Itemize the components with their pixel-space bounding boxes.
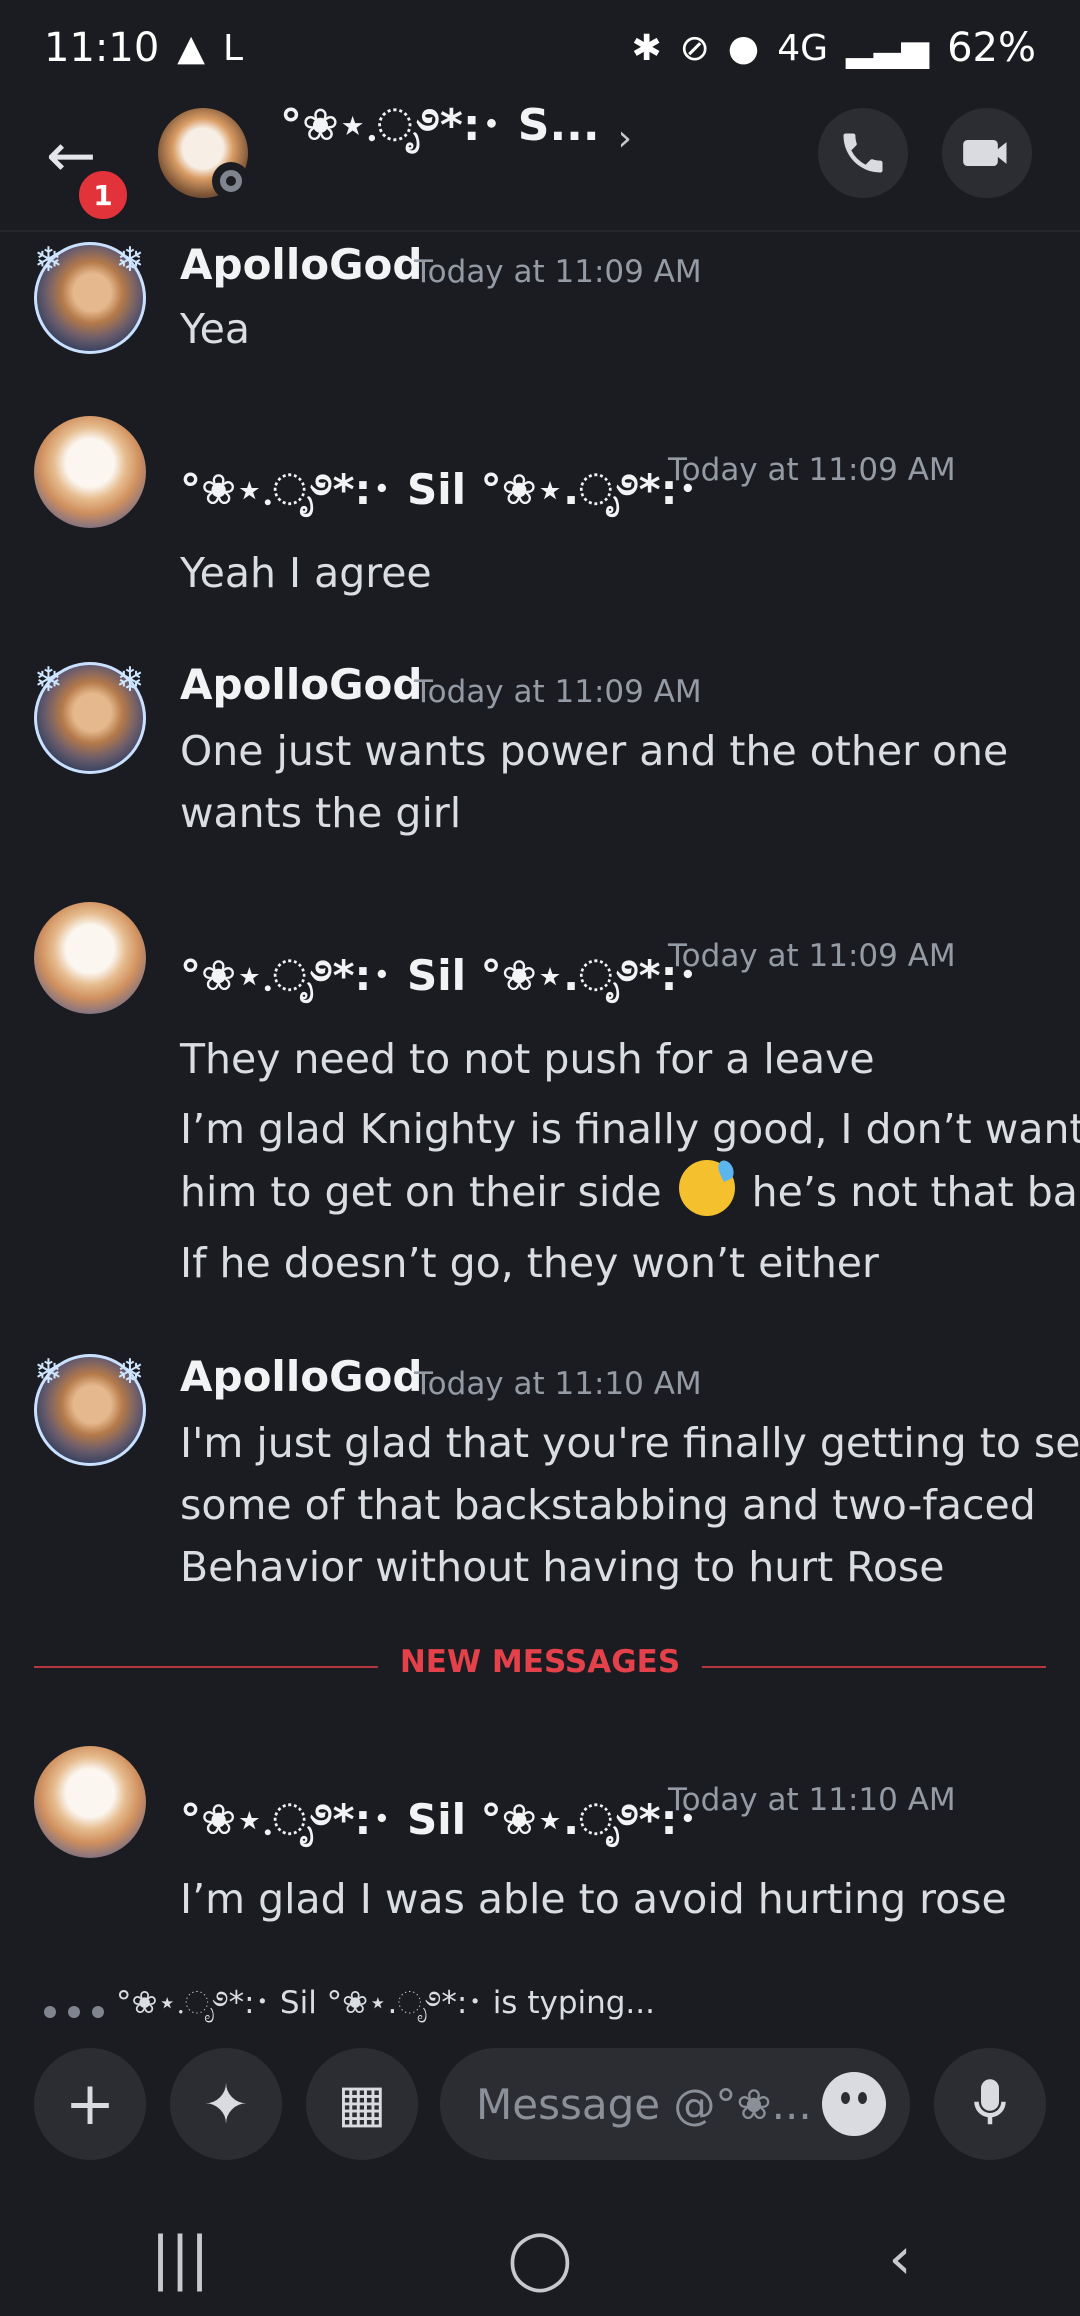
message-author[interactable]: ApolloGod xyxy=(180,1352,422,1401)
message-text: I'm just glad that you're finally gettin… xyxy=(180,1419,1080,1467)
voice-call-button[interactable] xyxy=(818,108,908,198)
avatar[interactable]: ❄ ❄ xyxy=(34,1352,146,1466)
message-time: Today at 11:09 AM xyxy=(414,254,702,290)
gift-icon: ▦ xyxy=(337,2074,387,2134)
message-text: I’m glad Knighty is finally good, I don’… xyxy=(180,1105,1080,1153)
system-navigation-bar: ||| ◯ ‹ xyxy=(0,2200,1080,2316)
avatar[interactable] xyxy=(34,416,146,528)
message-time: Today at 11:10 AM xyxy=(414,1366,702,1402)
message-text: One just wants power and the other one xyxy=(180,727,1009,775)
message-text: I’m glad I was able to avoid hurting ros… xyxy=(180,1875,1007,1923)
new-messages-divider: NEW MESSAGES xyxy=(34,1644,1046,1680)
back-icon[interactable]: ‹ xyxy=(845,2224,955,2292)
message-time: Today at 11:10 AM xyxy=(668,1782,956,1818)
video-camera-icon xyxy=(963,140,1007,166)
muted-vibrate-icon: ⊘ xyxy=(679,27,710,69)
apps-button[interactable]: ✦ xyxy=(170,2048,282,2160)
message-text: Behavior without having to hurt Rose xyxy=(180,1543,945,1591)
dm-title-text: °❀⋆.ೃ࿔*:･ S... xyxy=(280,100,600,151)
plus-icon: + xyxy=(64,2069,116,2139)
gift-button[interactable]: ▦ xyxy=(306,2048,418,2160)
typing-dot-icon xyxy=(68,2005,80,2018)
message-text: some of that backstabbing and two-faced xyxy=(180,1481,1036,1529)
home-icon[interactable]: ◯ xyxy=(485,2224,595,2292)
emoji-picker-icon[interactable] xyxy=(822,2072,886,2136)
apps-icon: ✦ xyxy=(203,2072,249,2136)
video-call-button[interactable] xyxy=(942,108,1032,198)
typing-dot-icon xyxy=(44,2005,56,2018)
message-text: him to get on their side he’s not that b… xyxy=(180,1160,1080,1223)
avatar[interactable]: ❄ ❄ xyxy=(34,660,146,774)
add-attachment-button[interactable]: + xyxy=(34,2048,146,2160)
status-right: ✱ ⊘ ● 4G ▂▃▅ 62% xyxy=(631,25,1036,71)
message-text-part: him to get on their side xyxy=(180,1168,662,1216)
avatar[interactable] xyxy=(34,902,146,1014)
recent-apps-icon[interactable]: ||| xyxy=(125,2224,235,2292)
message-time: Today at 11:09 AM xyxy=(668,938,956,974)
message-text: They need to not push for a leave xyxy=(180,1035,875,1083)
message-text: wants the girl xyxy=(180,789,462,837)
message-text: If he doesn’t go, they won’t either xyxy=(180,1239,879,1287)
sweat-smile-emoji-icon xyxy=(678,1160,735,1216)
new-messages-label: NEW MESSAGES xyxy=(377,1644,703,1680)
chevron-right-icon: › xyxy=(617,117,633,159)
message-composer: + ✦ ▦ xyxy=(0,2020,1080,2200)
offline-status-icon xyxy=(212,162,250,200)
microphone-icon xyxy=(974,2079,1006,2125)
phone-icon xyxy=(843,133,883,173)
message-author[interactable]: ApolloGod xyxy=(180,660,422,709)
notification-badge: 1 xyxy=(74,166,132,224)
voice-message-button[interactable] xyxy=(934,2048,1046,2160)
message-text: Yea xyxy=(180,305,250,353)
navigation-arrow-icon: ▲ xyxy=(177,27,205,69)
location-icon: ● xyxy=(727,27,760,69)
avatar[interactable]: ❄ ❄ xyxy=(34,240,146,354)
dm-title[interactable]: °❀⋆.ೃ࿔*:･ S... › xyxy=(280,100,633,168)
status-left: 11:10 ▲ L xyxy=(44,25,243,71)
dm-header: ← 1 °❀⋆.ೃ࿔*:･ S... › xyxy=(0,96,1080,232)
message-time: Today at 11:09 AM xyxy=(668,452,956,488)
typing-dot-icon xyxy=(92,2005,104,2018)
bluetooth-icon: ✱ xyxy=(631,27,662,69)
avatar[interactable] xyxy=(34,1746,146,1858)
network-label: 4G xyxy=(777,27,829,69)
battery-text: 62% xyxy=(947,25,1036,71)
signal-icon: ▂▃▅ xyxy=(846,27,930,69)
message-time: Today at 11:09 AM xyxy=(414,674,702,710)
message-text-part: he’s not that bad xyxy=(751,1168,1080,1216)
message-input[interactable] xyxy=(474,2078,818,2130)
status-time: 11:10 xyxy=(44,25,160,71)
message-text: Yeah I agree xyxy=(180,549,432,597)
l-app-icon: L xyxy=(222,27,244,69)
message-field[interactable] xyxy=(440,2048,910,2160)
message-author[interactable]: ApolloGod xyxy=(180,240,422,289)
